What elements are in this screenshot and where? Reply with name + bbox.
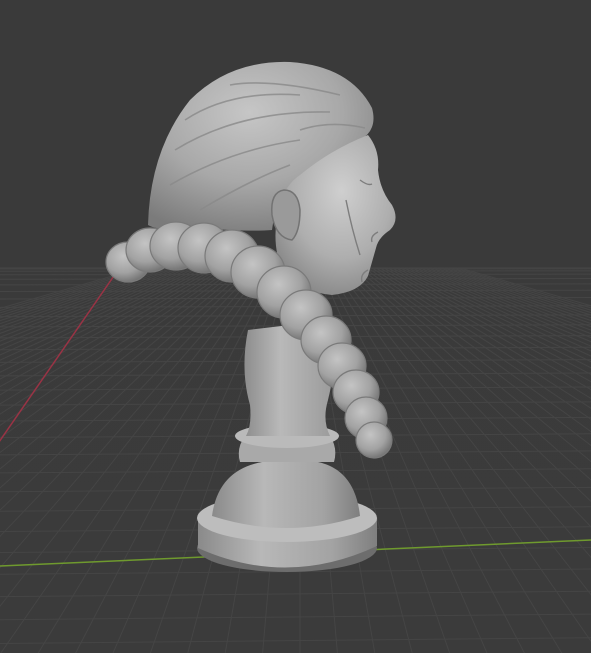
3d-viewport[interactable] xyxy=(0,0,591,653)
viewport-canvas[interactable] xyxy=(0,0,591,653)
braid-segment xyxy=(355,421,393,459)
